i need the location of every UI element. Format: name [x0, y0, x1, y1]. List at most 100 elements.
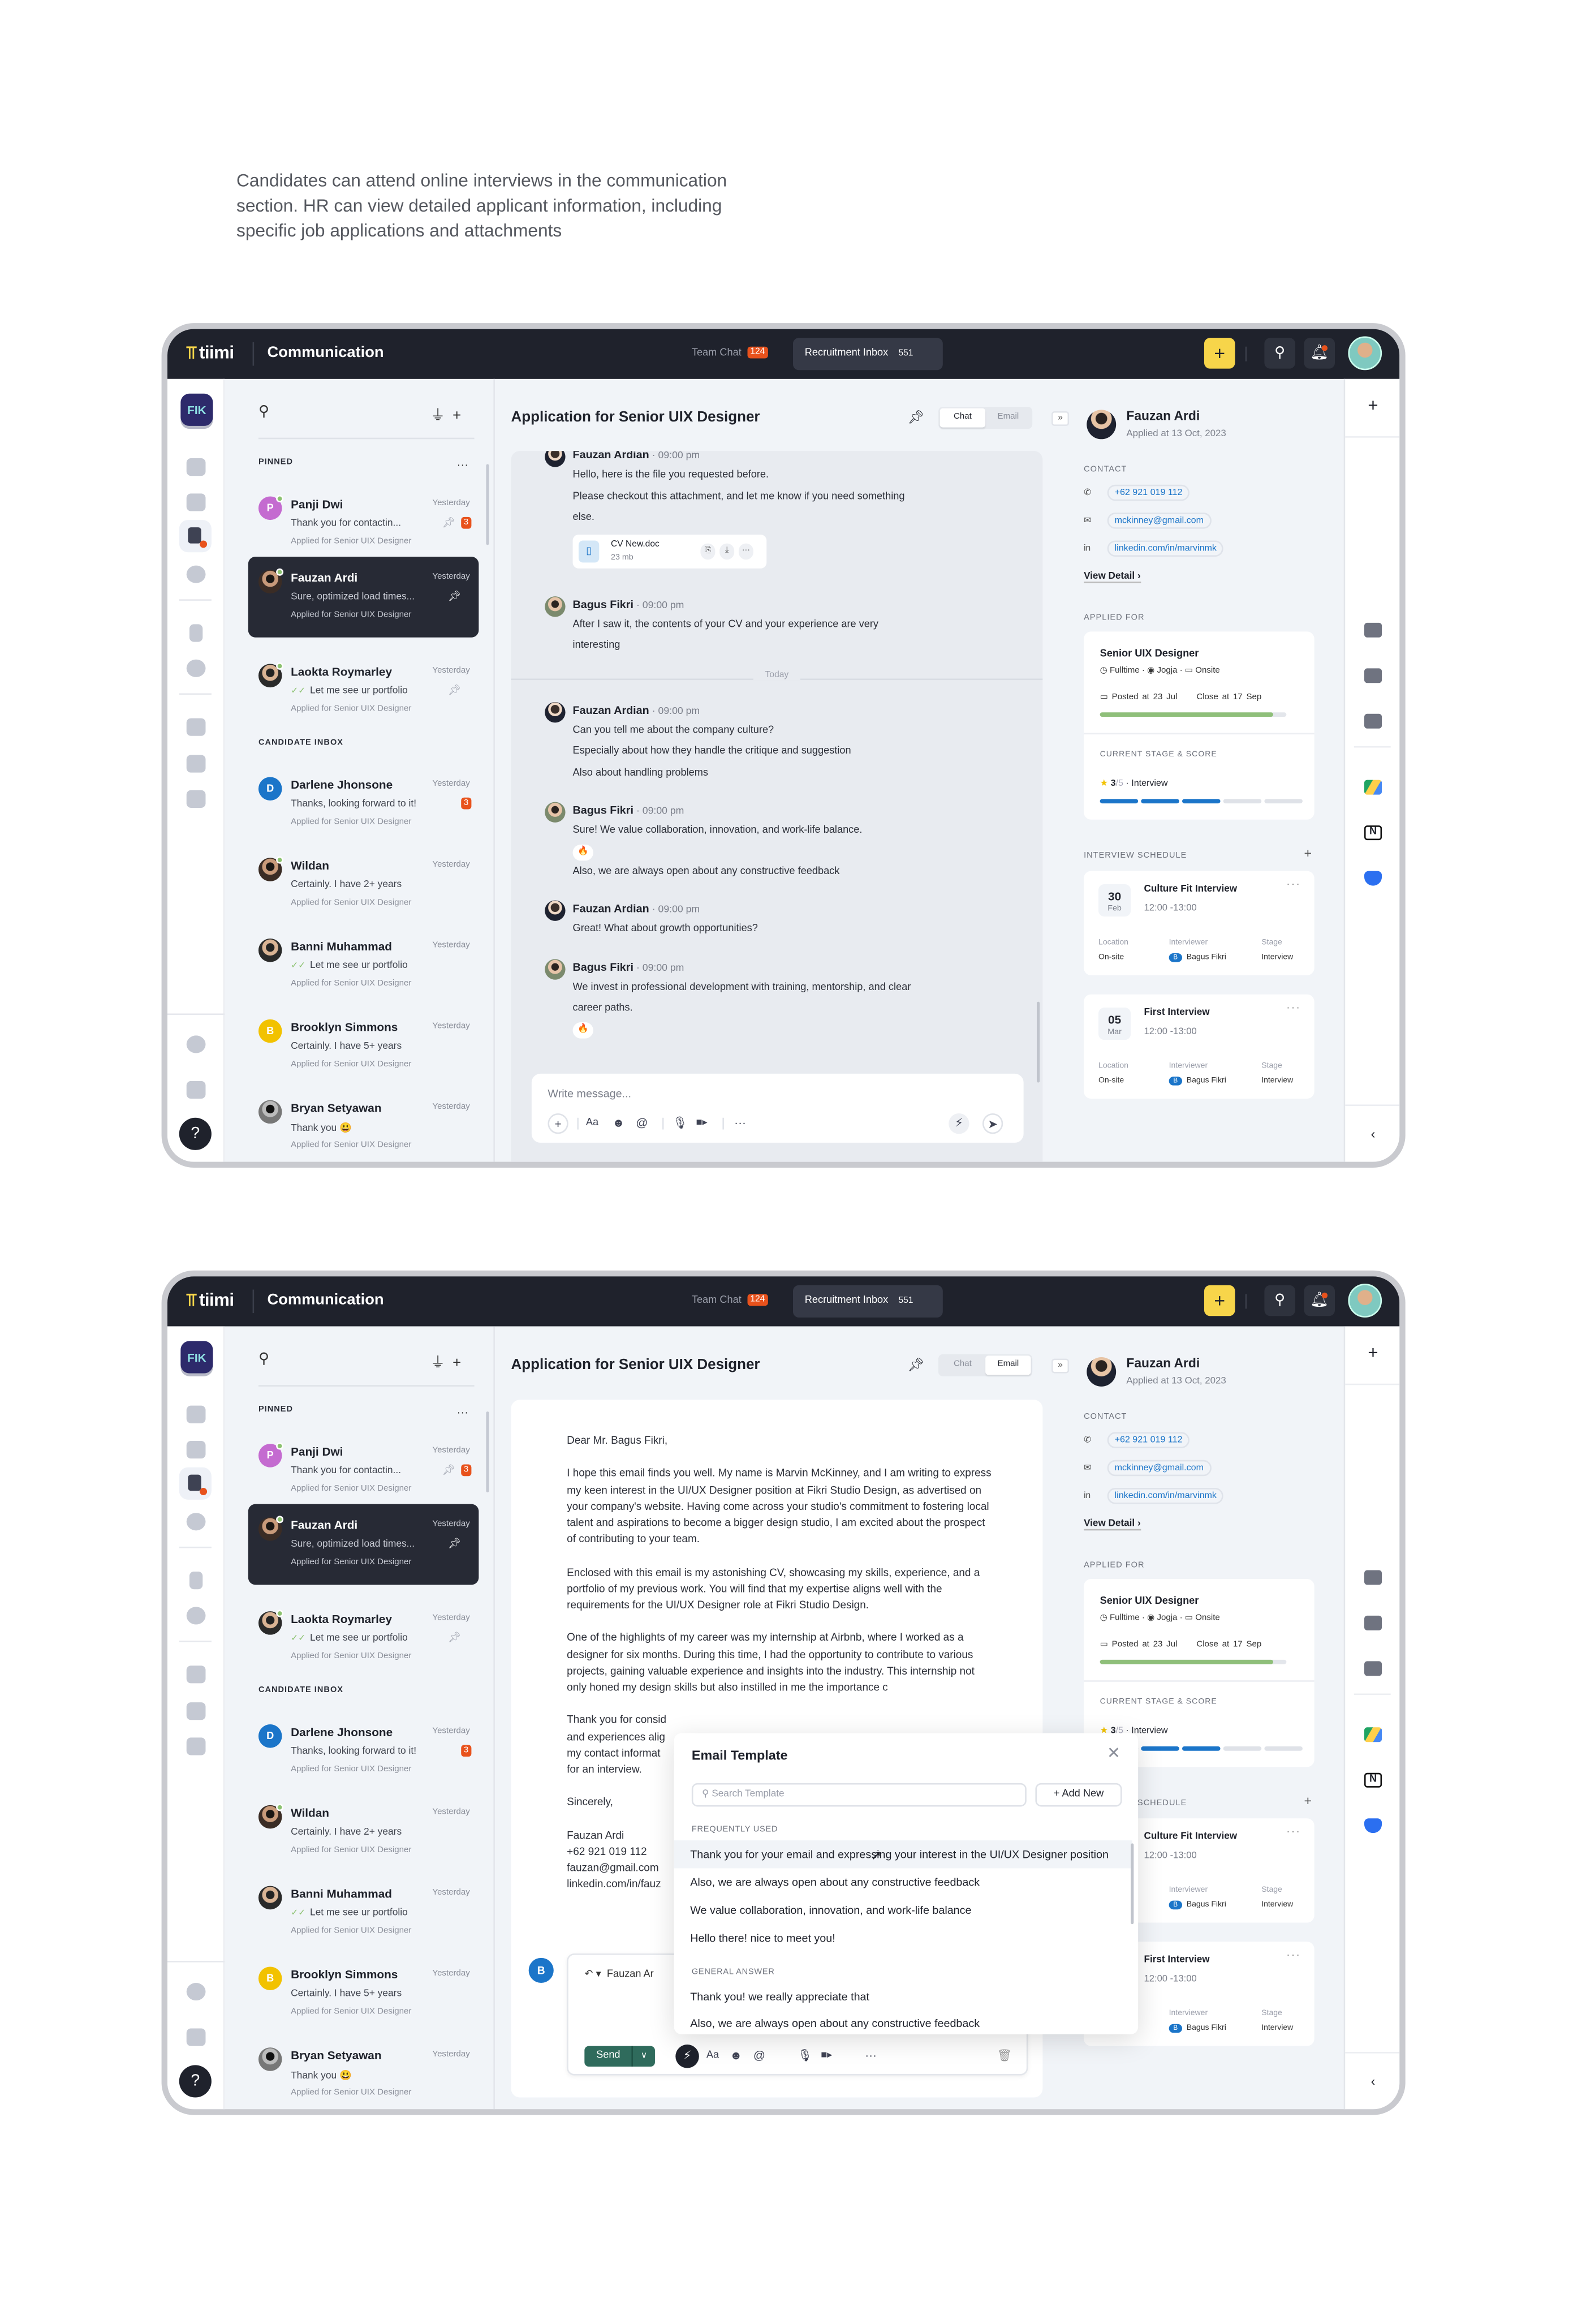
reaction-fire-icon[interactable]: 🔥: [572, 843, 593, 860]
conversation-item[interactable]: D Darlene Jhonsone Yesterday Thanks, lookin…: [248, 1711, 479, 1792]
add-button[interactable]: +: [1204, 1285, 1235, 1316]
building-icon[interactable]: [186, 1702, 206, 1720]
pin-icon[interactable]: 📌︎: [908, 410, 925, 426]
chevron-left-icon[interactable]: ‹: [1364, 2074, 1382, 2089]
workspace-logo[interactable]: FIK: [180, 1341, 213, 1374]
checklist-icon[interactable]: [1364, 1570, 1382, 1585]
pin-icon[interactable]: 📌︎: [448, 591, 461, 602]
conversation-item[interactable]: Wildan Yesterday Certainly. I have 2+ year…: [248, 1792, 479, 1873]
conversation-item[interactable]: Bryan Setyawan Yesterday Thank you 😃 Applie…: [248, 2034, 479, 2109]
filter-icon[interactable]: ⏚: [430, 1355, 452, 1372]
add-schedule-icon[interactable]: +: [1304, 846, 1312, 860]
conversation-item[interactable]: Bryan Setyawan Yesterday Thank you 😃 Applie…: [248, 1087, 479, 1161]
add-tool-icon[interactable]: +: [1364, 1344, 1382, 1362]
preview-icon[interactable]: ⎘: [700, 543, 716, 559]
conversation-item[interactable]: D Darlene Jhonsone Yesterday Thanks, lookin…: [248, 764, 479, 845]
phone-link[interactable]: +62 921 019 112: [1107, 484, 1190, 501]
more-icon[interactable]: ···: [456, 458, 468, 471]
delete-icon[interactable]: 🗑︎: [997, 2046, 1012, 2067]
video-icon[interactable]: ■▸: [821, 2046, 832, 2067]
more-icon[interactable]: ···: [1286, 1951, 1301, 1961]
workspace-logo[interactable]: FIK: [180, 393, 213, 426]
more-icon[interactable]: ···: [1286, 1003, 1301, 1013]
folder-icon[interactable]: [1364, 713, 1382, 729]
close-icon[interactable]: ✕: [1107, 1744, 1120, 1762]
report-icon[interactable]: [186, 1737, 206, 1755]
search-icon[interactable]: ⚲: [258, 404, 269, 420]
reply-recipient[interactable]: ↶ ▾ Fauzan Ar: [584, 1968, 653, 1980]
new-conversation-icon[interactable]: +: [452, 1355, 468, 1372]
tab-team-chat[interactable]: Team Chat 124: [692, 346, 768, 359]
add-schedule-icon[interactable]: +: [1304, 1793, 1312, 1808]
person-icon[interactable]: [189, 1572, 203, 1590]
folder-icon[interactable]: [1364, 1661, 1382, 1676]
communication-icon[interactable]: [179, 1467, 212, 1500]
more-icon[interactable]: ···: [865, 2046, 877, 2067]
pin-icon[interactable]: 📌︎: [448, 685, 461, 696]
person-icon[interactable]: [189, 624, 203, 642]
settings-icon[interactable]: [186, 1983, 206, 2001]
integration-icon[interactable]: [1364, 1818, 1382, 1834]
search-icon[interactable]: ⚲: [258, 1352, 269, 1368]
tab-team-chat[interactable]: Team Chat 124: [692, 1294, 768, 1306]
communication-icon[interactable]: [179, 520, 212, 553]
download-icon[interactable]: ⤓: [719, 543, 735, 559]
chevron-left-icon[interactable]: ‹: [1364, 1126, 1382, 1141]
video-icon[interactable]: ■▸: [696, 1113, 708, 1134]
phone-link[interactable]: +62 921 019 112: [1107, 1432, 1190, 1448]
tab-recruitment-inbox[interactable]: Recruitment Inbox 551: [793, 1285, 943, 1318]
checklist-icon[interactable]: [1364, 622, 1382, 638]
home-icon[interactable]: [186, 458, 206, 476]
pin-icon[interactable]: 📌︎: [908, 1357, 925, 1374]
payroll-icon[interactable]: [186, 718, 206, 736]
template-item[interactable]: Hello there! nice to meet you!: [674, 1924, 1132, 1952]
add-new-template-button[interactable]: + Add New: [1035, 1783, 1122, 1807]
emoji-icon[interactable]: ☻: [730, 2046, 742, 2067]
candidate-search-icon[interactable]: [186, 1513, 206, 1531]
attach-button[interactable]: +: [548, 1113, 568, 1134]
home-icon[interactable]: [186, 1405, 206, 1423]
emoji-icon[interactable]: ☻: [613, 1113, 625, 1134]
toggle-email[interactable]: Email: [985, 408, 1031, 428]
template-item[interactable]: We value collaboration, innovation, and …: [674, 1896, 1132, 1924]
time-settings-icon[interactable]: [186, 659, 206, 677]
conversation-item[interactable]: Laokta Roymarley Yesterday ✓✓ Let me see ur…: [248, 1598, 479, 1679]
building-icon[interactable]: [186, 755, 206, 773]
calendar-icon[interactable]: [186, 1440, 206, 1459]
text-format-icon[interactable]: Aa: [706, 2046, 719, 2067]
pin-icon[interactable]: 📌︎: [442, 517, 455, 528]
help-button[interactable]: ?: [179, 2065, 212, 2098]
pin-icon[interactable]: 📌︎: [442, 1465, 455, 1476]
view-detail-link[interactable]: View Detail ›: [1084, 1519, 1141, 1531]
tiimi-logo[interactable]: ⫪ tiimi: [187, 342, 234, 364]
mention-icon[interactable]: @: [753, 2046, 765, 2067]
tab-recruitment-inbox[interactable]: Recruitment Inbox 551: [793, 338, 943, 371]
pin-icon[interactable]: 📌︎: [448, 1538, 461, 1550]
pin-icon[interactable]: 📌︎: [448, 1632, 461, 1643]
conversation-item[interactable]: B Brooklyn Simmons Yesterday Certainly. I h…: [248, 1953, 479, 2034]
template-item[interactable]: Thank you! we really appreciate that: [674, 1983, 1132, 2011]
template-item[interactable]: Thank you for your email and expressing …: [674, 1840, 1132, 1869]
add-tool-icon[interactable]: +: [1364, 397, 1382, 414]
notes-icon[interactable]: [1364, 668, 1382, 683]
template-item[interactable]: Also, we are always open about any const…: [674, 2009, 1132, 2034]
more-icon[interactable]: ···: [1286, 1827, 1301, 1837]
user-avatar[interactable]: [1348, 1284, 1382, 1318]
toggle-chat[interactable]: Chat: [940, 1355, 985, 1375]
search-button[interactable]: ⚲: [1264, 338, 1295, 369]
send-options-chevron-icon[interactable]: ∨: [632, 2046, 654, 2067]
linkedin-link[interactable]: linkedin.com/in/marvinmk: [1107, 540, 1224, 557]
send-button[interactable]: Send ∨: [584, 2046, 655, 2067]
tiimi-logo[interactable]: ⫪ tiimi: [187, 1290, 234, 1312]
send-icon[interactable]: ➤: [982, 1113, 1003, 1134]
add-button[interactable]: +: [1204, 338, 1235, 369]
more-icon[interactable]: ···: [1286, 880, 1301, 890]
conversation-item[interactable]: P Panji Dwi Yesterday Thank you for contact…: [248, 483, 479, 564]
template-item[interactable]: Also, we are always open about any const…: [674, 1868, 1132, 1896]
calendar-icon[interactable]: [186, 493, 206, 511]
template-search-input[interactable]: ⚲ Search Template: [691, 1783, 1027, 1807]
settings-icon[interactable]: [186, 1035, 206, 1053]
notifications-button[interactable]: 🔔︎: [1304, 1285, 1335, 1316]
more-icon[interactable]: ···: [734, 1113, 746, 1134]
scrollbar[interactable]: [486, 1411, 489, 1492]
